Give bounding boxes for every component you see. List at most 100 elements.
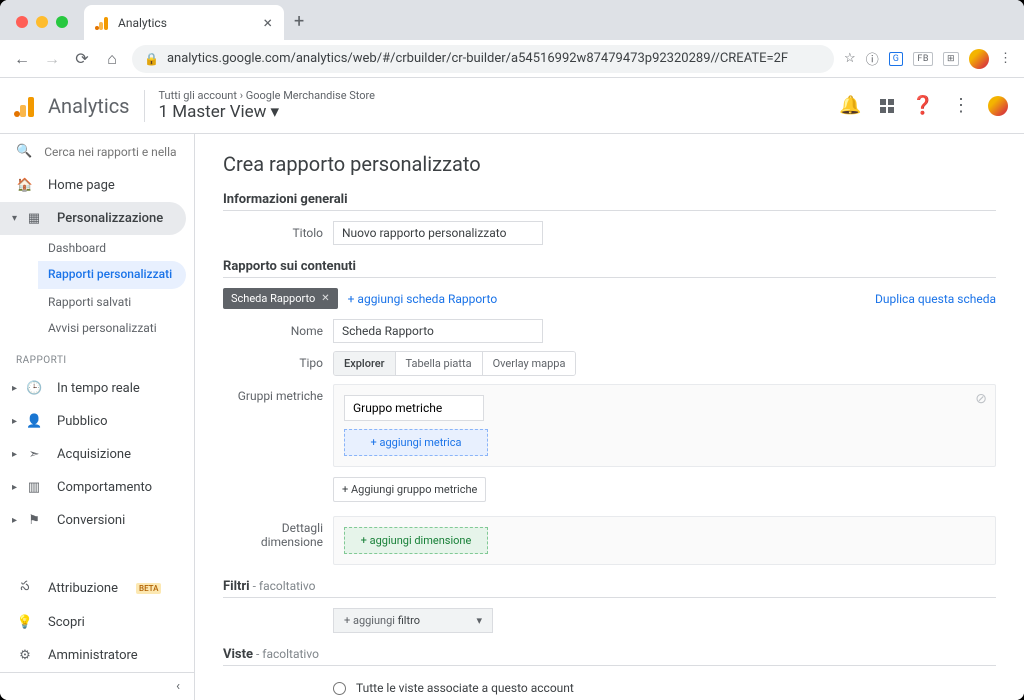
input-metric-group-name[interactable] (344, 395, 484, 421)
metric-group-box: ⊘ + aggiungi metrica (333, 384, 996, 467)
sidebar-item-home[interactable]: 🏠 Home page (0, 169, 194, 202)
sidebar-item-audience[interactable]: ▸👤Pubblico (0, 405, 194, 438)
label-metric-groups: Gruppi metriche (223, 384, 333, 403)
type-map-overlay-button[interactable]: Overlay mappa (483, 352, 576, 375)
attribution-icon: స (16, 579, 34, 597)
extension-badge[interactable]: ⊞ (943, 52, 959, 66)
divider (144, 90, 145, 122)
home-icon: 🏠 (16, 178, 34, 193)
chevron-down-icon: ▾ (12, 213, 17, 224)
section-views: Viste - facoltativo (223, 647, 996, 666)
customization-icon: ▦ (25, 211, 43, 226)
profile-avatar[interactable] (969, 49, 989, 69)
sidebar-item-custom-alerts[interactable]: Avvisi personalizzati (48, 315, 194, 341)
clock-icon: 🕒 (25, 381, 43, 396)
analytics-favicon (96, 16, 110, 30)
sidebar-item-discover[interactable]: 💡Scopri (0, 606, 194, 639)
section-label-reports: RAPPORTI (0, 341, 194, 372)
close-window[interactable] (16, 16, 28, 28)
remove-group-icon[interactable]: ⊘ (975, 391, 987, 407)
search-input[interactable] (44, 145, 178, 159)
sidebar-item-conversions[interactable]: ▸⚑Conversioni (0, 504, 194, 537)
star-icon[interactable]: ☆ (844, 51, 856, 66)
home-icon[interactable]: ⌂ (102, 49, 122, 69)
sidebar-item-dashboards[interactable]: Dashboard (48, 235, 194, 261)
chevron-right-icon: ▸ (12, 449, 17, 460)
label-dimension: Dettagli dimensione (223, 516, 333, 549)
extension-icons: ☆ ⓘ G FB ⊞ ⋮ (844, 49, 1012, 69)
lock-icon: 🔒 (144, 52, 159, 66)
type-segmented: Explorer Tabella piatta Overlay mappa (333, 351, 576, 376)
report-tab-chip[interactable]: Scheda Rapporto ✕ (223, 288, 338, 309)
minimize-window[interactable] (36, 16, 48, 28)
label-name: Nome (223, 319, 333, 338)
collapse-sidebar[interactable]: ‹ (0, 672, 194, 700)
browser-tab[interactable]: Analytics × (84, 5, 284, 40)
tab-title: Analytics (118, 16, 167, 30)
sidebar-item-realtime[interactable]: ▸🕒In tempo reale (0, 372, 194, 405)
address-bar[interactable]: 🔒 analytics.google.com/analytics/web/#/c… (132, 45, 834, 73)
sidebar-search[interactable]: 🔍 (0, 134, 194, 169)
maximize-window[interactable] (56, 16, 68, 28)
acquisition-icon: ➣ (25, 447, 43, 462)
extension-badge[interactable]: G (889, 52, 904, 66)
add-dimension-button[interactable]: + aggiungi dimensione (344, 527, 488, 554)
sidebar-item-admin[interactable]: ⚙Amministratore (0, 639, 194, 672)
chevron-right-icon: ▸ (12, 482, 17, 493)
type-flat-table-button[interactable]: Tabella piatta (396, 352, 483, 375)
user-avatar[interactable] (988, 96, 1008, 116)
kebab-icon[interactable]: ⋮ (952, 95, 970, 116)
account-selector[interactable]: Tutti gli account › Google Merchandise S… (159, 89, 376, 122)
main-content: Crea rapporto personalizzato Informazion… (195, 134, 1024, 700)
chevron-right-icon: ▸ (12, 383, 17, 394)
app-header: Analytics Tutti gli account › Google Mer… (0, 78, 1024, 134)
sidebar-item-acquisition[interactable]: ▸➣Acquisizione (0, 438, 194, 471)
forward-icon: → (42, 49, 62, 69)
add-report-tab-link[interactable]: + aggiungi scheda Rapporto (348, 292, 498, 306)
browser-tabstrip: Analytics × + (0, 0, 1024, 40)
label-title: Titolo (223, 221, 333, 240)
page-title: Crea rapporto personalizzato (223, 152, 996, 176)
info-icon[interactable]: ⓘ (866, 49, 879, 68)
product-brand[interactable]: Analytics (16, 94, 130, 118)
bell-icon[interactable]: 🔔 (839, 95, 861, 116)
input-report-title[interactable] (333, 221, 543, 245)
product-name: Analytics (48, 94, 130, 118)
sidebar-item-saved-reports[interactable]: Rapporti salvati (48, 289, 194, 315)
sidebar-item-behavior[interactable]: ▸▥Comportamento (0, 471, 194, 504)
lightbulb-icon: 💡 (16, 615, 34, 630)
section-content-report: Rapporto sui contenuti (223, 259, 996, 278)
user-icon: 👤 (25, 414, 43, 429)
sidebar-item-attribution[interactable]: సAttribuzioneBETA (0, 570, 194, 606)
chevron-right-icon: ▸ (12, 515, 17, 526)
sidebar-item-customization[interactable]: ▾ ▦ Personalizzazione (0, 202, 186, 235)
add-metric-button[interactable]: + aggiungi metrica (344, 429, 488, 456)
close-icon[interactable]: ✕ (321, 293, 329, 304)
behavior-icon: ▥ (25, 480, 43, 495)
kebab-icon[interactable]: ⋮ (999, 51, 1012, 66)
analytics-logo-icon (16, 95, 38, 117)
close-tab-icon[interactable]: × (263, 13, 272, 32)
extension-badge[interactable]: FB (913, 52, 933, 66)
gear-icon: ⚙ (16, 648, 34, 663)
add-filter-dropdown[interactable]: + aggiungi filtro ▾ (333, 608, 493, 633)
help-icon[interactable]: ❓ (912, 95, 934, 116)
sidebar-item-custom-reports[interactable]: Rapporti personalizzati (38, 261, 186, 289)
browser-toolbar: ← → ⟳ ⌂ 🔒 analytics.google.com/analytics… (0, 40, 1024, 78)
search-icon: 🔍 (16, 144, 32, 159)
url-text: analytics.google.com/analytics/web/#/crb… (167, 51, 788, 66)
section-filters: Filtri - facoltativo (223, 579, 996, 598)
chevron-right-icon: ▸ (12, 416, 17, 427)
dimension-box: + aggiungi dimensione (333, 516, 996, 565)
back-icon[interactable]: ← (12, 49, 32, 69)
add-metric-group-button[interactable]: + Aggiungi gruppo metriche (333, 477, 486, 502)
label-type: Tipo (223, 351, 333, 370)
input-tab-name[interactable] (333, 319, 543, 343)
new-tab-button[interactable]: + (284, 3, 314, 40)
type-explorer-button[interactable]: Explorer (334, 352, 396, 375)
radio-all-views[interactable]: Tutte le viste associate a questo accoun… (333, 676, 996, 700)
apps-icon[interactable] (880, 99, 894, 113)
duplicate-tab-link[interactable]: Duplica questa scheda (875, 292, 996, 306)
reload-icon[interactable]: ⟳ (72, 49, 92, 68)
dropdown-icon: ▾ (270, 102, 279, 122)
